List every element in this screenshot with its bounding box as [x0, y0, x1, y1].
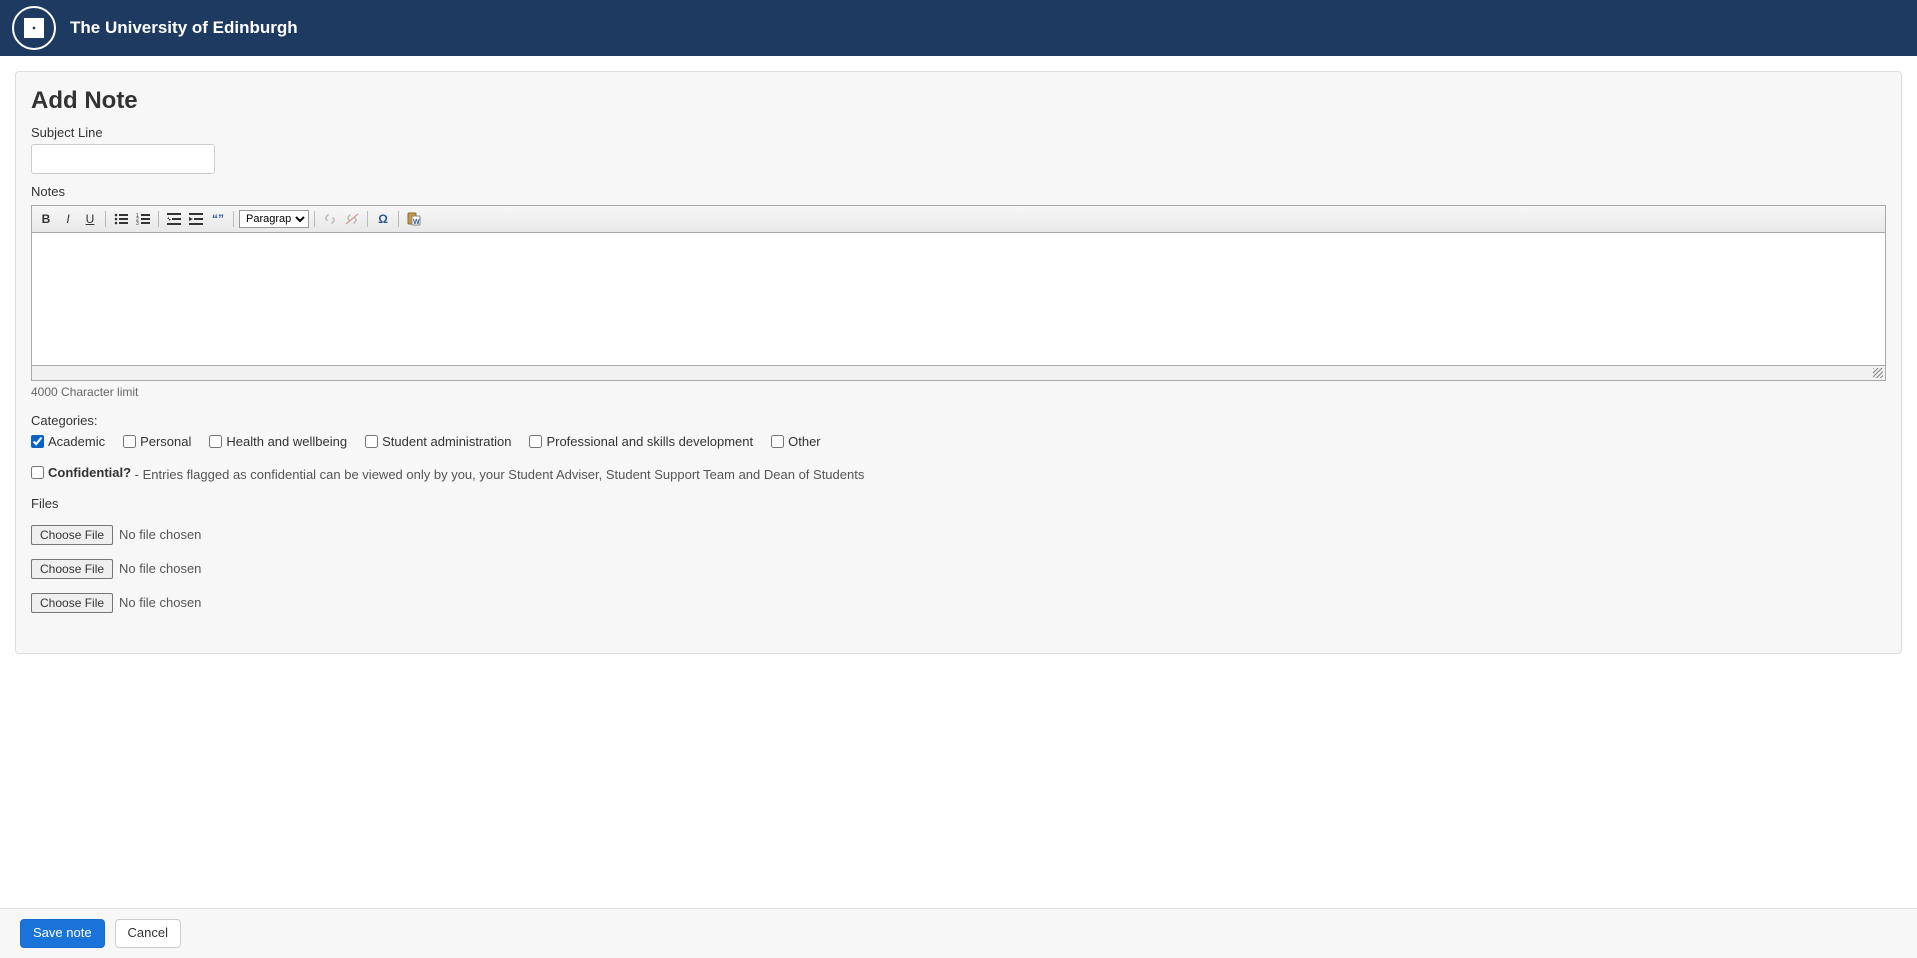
files-label: Files [31, 496, 1886, 511]
indent-button[interactable] [186, 210, 206, 228]
category-label: Health and wellbeing [226, 434, 347, 449]
italic-button[interactable]: I [58, 210, 78, 228]
editor-toolbar: B I U 123 “” Paragraph [31, 205, 1886, 233]
toolbar-separator [314, 211, 315, 227]
category-label: Academic [48, 434, 105, 449]
category-professional-and-skills-development[interactable]: Professional and skills development [529, 434, 753, 449]
category-academic[interactable]: Academic [31, 434, 105, 449]
choose-file-button[interactable]: Choose File [31, 559, 113, 579]
file-state-text: No file chosen [119, 527, 201, 542]
format-select[interactable]: Paragraph [239, 210, 309, 228]
bold-button[interactable]: B [36, 210, 56, 228]
link-button[interactable] [320, 210, 340, 228]
outdent-button[interactable] [164, 210, 184, 228]
rich-text-editor: B I U 123 “” Paragraph [31, 205, 1886, 381]
confidential-row: Confidential? - Entries flagged as confi… [31, 465, 1886, 482]
category-label: Personal [140, 434, 191, 449]
editor-resize-handle[interactable] [31, 366, 1886, 381]
file-list: Choose File No file chosen Choose File No f… [31, 525, 1886, 613]
category-label: Student administration [382, 434, 511, 449]
confidential-label: Confidential? [48, 465, 131, 480]
cancel-button[interactable]: Cancel [115, 919, 181, 948]
category-health-and-wellbeing[interactable]: Health and wellbeing [209, 434, 347, 449]
file-row: Choose File No file chosen [31, 525, 1886, 545]
numbered-list-button[interactable]: 123 [133, 210, 153, 228]
svg-text:3: 3 [136, 221, 139, 225]
special-char-button[interactable]: Ω [373, 210, 393, 228]
toolbar-separator [105, 211, 106, 227]
footer-bar: Save note Cancel [0, 908, 1917, 958]
char-limit-text: 4000 Character limit [31, 385, 1886, 399]
svg-text:W: W [413, 219, 420, 226]
categories-row: Academic Personal Health and wellbeing Stud… [31, 434, 1886, 449]
university-logo [12, 6, 56, 50]
app-title: The University of Edinburgh [70, 18, 298, 38]
category-personal[interactable]: Personal [123, 434, 191, 449]
category-label: Other [788, 434, 821, 449]
category-label: Professional and skills development [546, 434, 753, 449]
app-header: The University of Edinburgh [0, 0, 1917, 56]
paste-from-word-button[interactable]: W [404, 210, 424, 228]
categories-label: Categories: [31, 413, 1886, 428]
notes-textarea[interactable] [31, 233, 1886, 366]
file-state-text: No file chosen [119, 561, 201, 576]
notes-label: Notes [31, 184, 1886, 199]
category-checkbox[interactable] [365, 435, 378, 448]
subject-input[interactable] [31, 144, 215, 174]
underline-button[interactable]: U [80, 210, 100, 228]
main-panel: Add Note Subject Line Notes B I U 123 “” [15, 71, 1902, 654]
bullet-list-button[interactable] [111, 210, 131, 228]
category-checkbox[interactable] [123, 435, 136, 448]
file-row: Choose File No file chosen [31, 559, 1886, 579]
category-checkbox[interactable] [31, 435, 44, 448]
confidential-description: - Entries flagged as confidential can be… [135, 467, 865, 482]
unlink-button[interactable] [342, 210, 362, 228]
file-row: Choose File No file chosen [31, 593, 1886, 613]
toolbar-separator [367, 211, 368, 227]
choose-file-button[interactable]: Choose File [31, 593, 113, 613]
category-checkbox[interactable] [771, 435, 784, 448]
blockquote-button[interactable]: “” [208, 210, 228, 228]
file-state-text: No file chosen [119, 595, 201, 610]
page-title: Add Note [31, 87, 1886, 115]
choose-file-button[interactable]: Choose File [31, 525, 113, 545]
save-button[interactable]: Save note [20, 919, 105, 948]
subject-label: Subject Line [31, 125, 1886, 140]
category-student-administration[interactable]: Student administration [365, 434, 511, 449]
category-checkbox[interactable] [209, 435, 222, 448]
category-other[interactable]: Other [771, 434, 821, 449]
category-checkbox[interactable] [529, 435, 542, 448]
confidential-checkbox[interactable] [31, 466, 44, 479]
toolbar-separator [398, 211, 399, 227]
toolbar-separator [158, 211, 159, 227]
toolbar-separator [233, 211, 234, 227]
